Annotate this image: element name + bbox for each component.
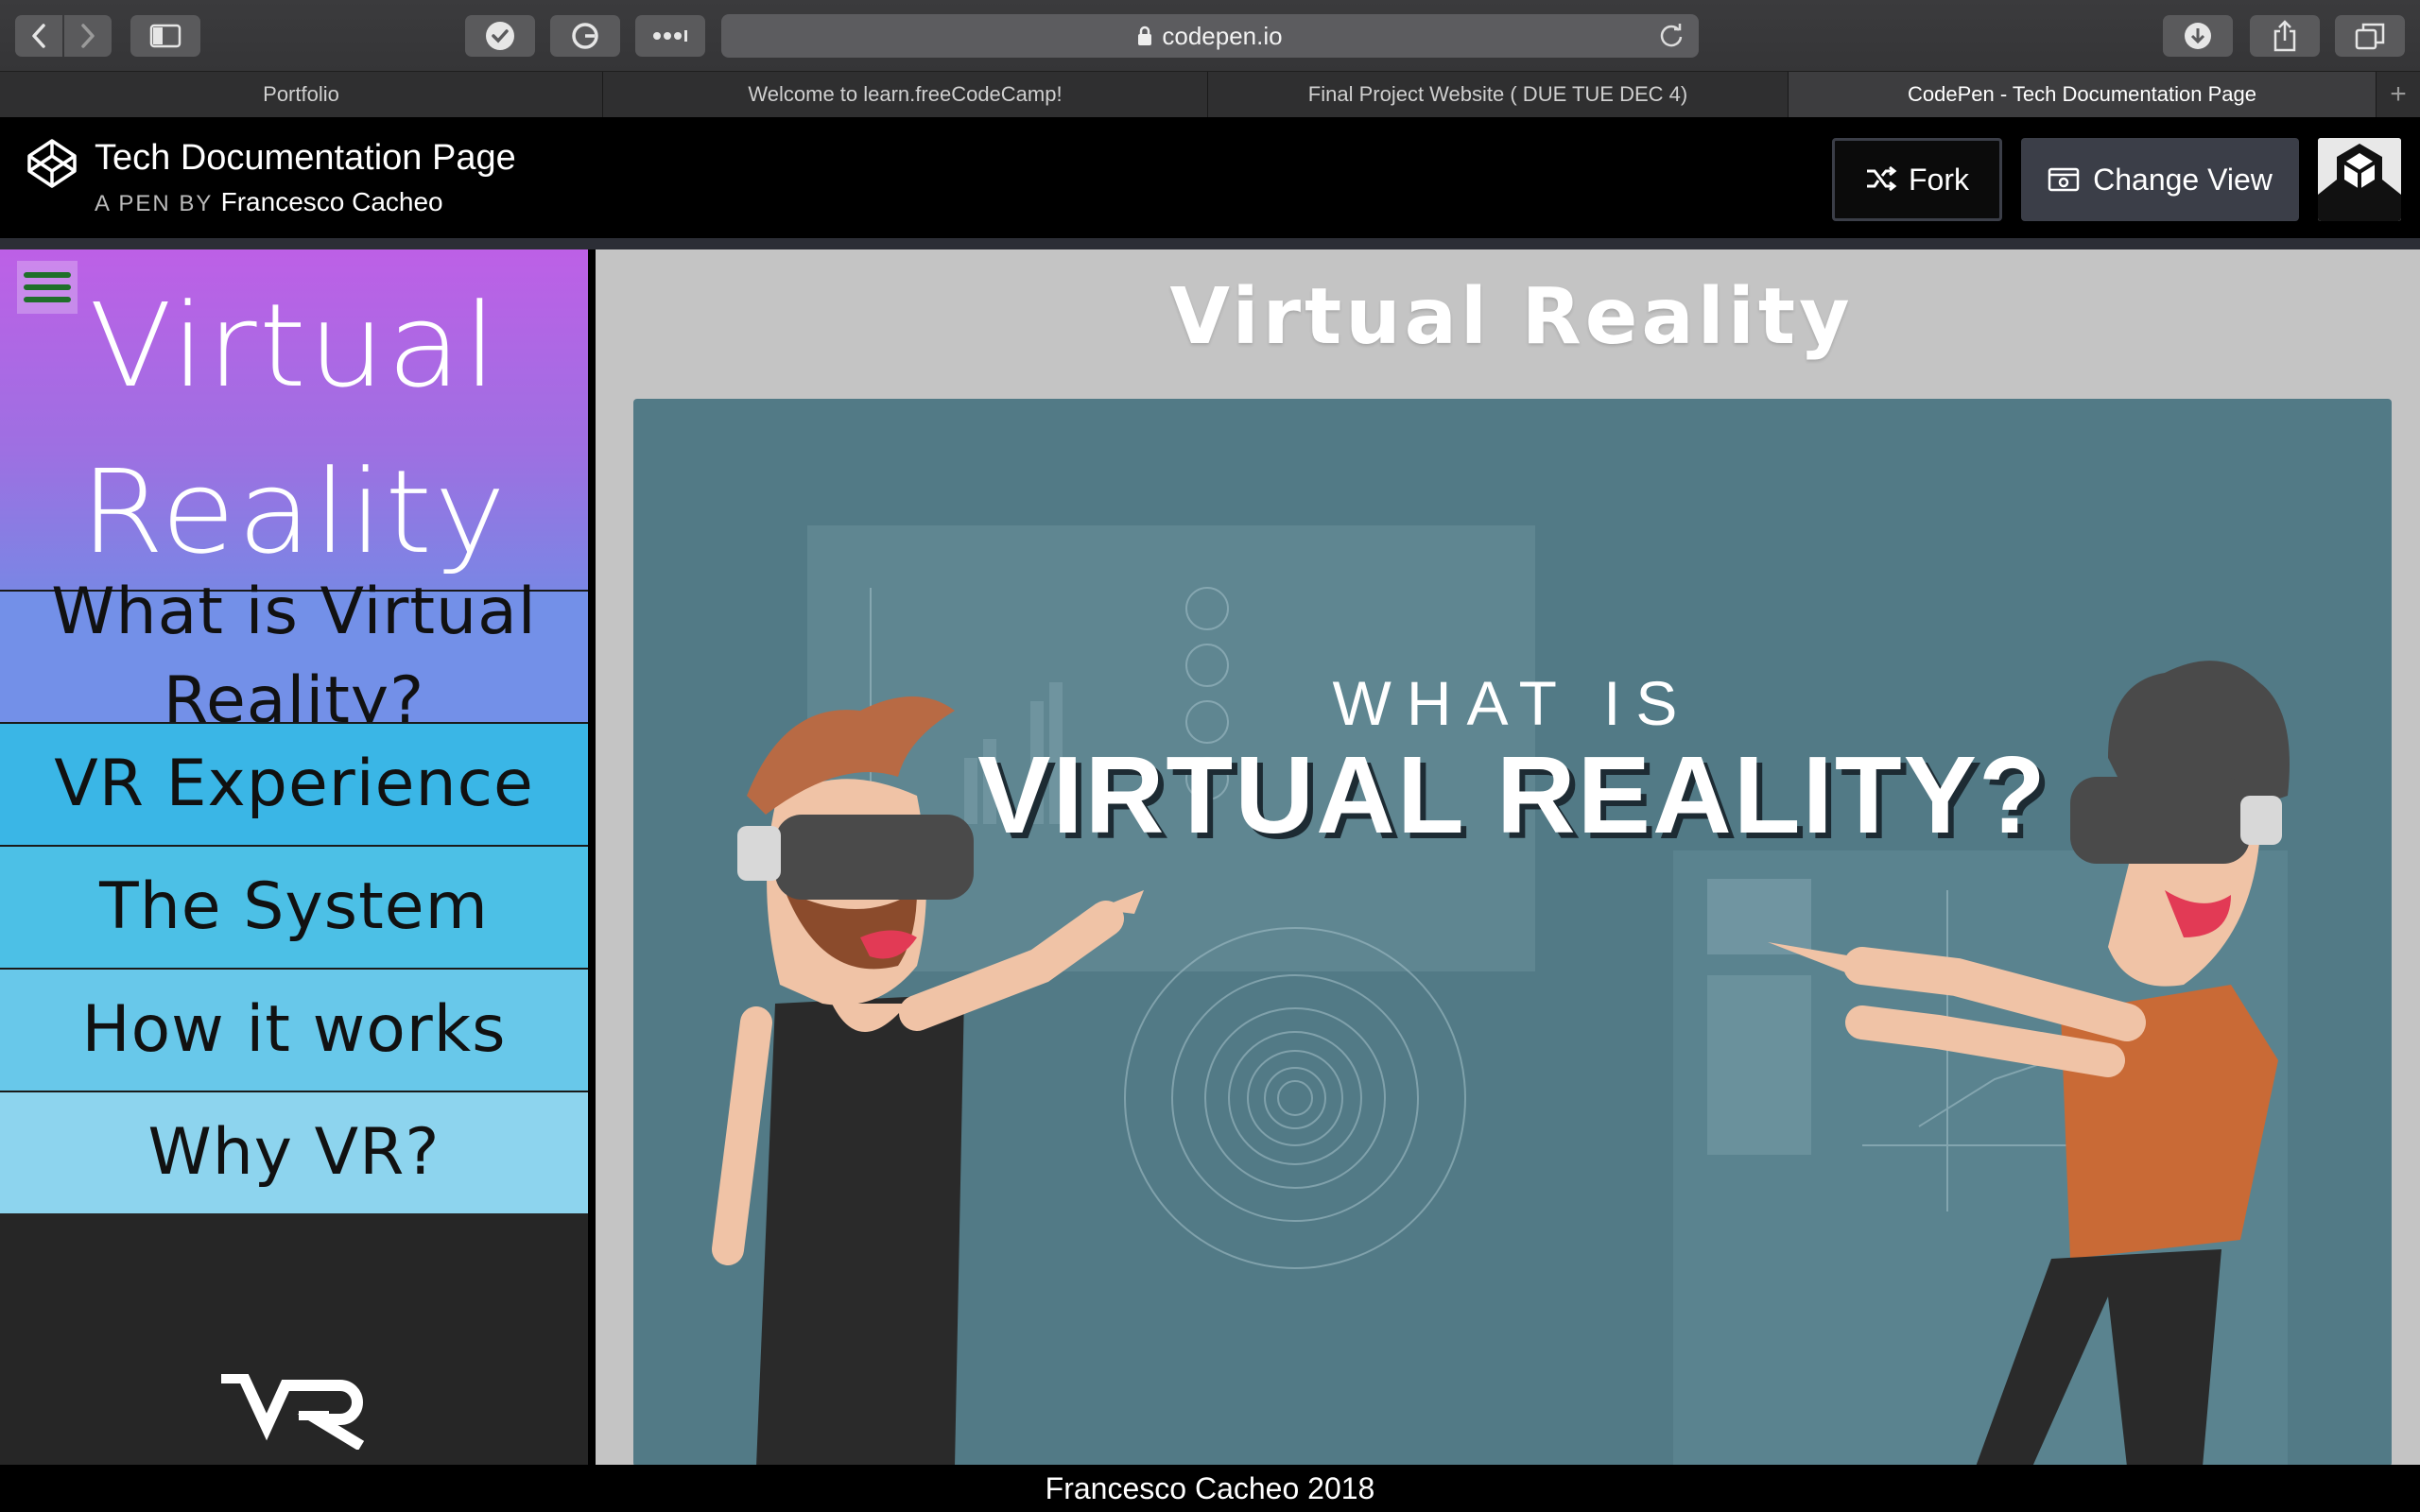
fork-label: Fork [1909,162,1969,197]
nav-link-label: The System [99,869,489,944]
tab-portfolio[interactable]: Portfolio [0,72,603,117]
tab-freecodecamp[interactable]: Welcome to learn.freeCodeCamp! [603,72,1208,117]
checkmark-circle-icon [486,22,514,50]
change-view-label: Change View [2093,162,2273,197]
reload-icon[interactable] [1657,22,1685,50]
back-button[interactable] [15,15,62,57]
extension-check-button[interactable] [465,15,535,57]
share-icon [2273,20,2296,52]
download-icon [2185,23,2211,49]
tab-overview-button[interactable] [2335,15,2405,57]
address-text: codepen.io [1162,21,1283,50]
main-title: Virtual Reality [1169,272,1854,362]
ellipsis-icon [653,30,687,42]
codepen-header: Tech Documentation Page A PEN BY Frances… [0,117,2420,238]
nav-link-the-system[interactable]: The System [0,845,588,968]
grammarly-icon [572,23,598,49]
change-view-button[interactable]: Change View [2021,138,2299,221]
extension-more-button[interactable] [635,15,705,57]
navbar-header: Virtual Reality [0,249,588,590]
nav-link-label: VR Experience [54,747,534,821]
tab-label: CodePen - Tech Documentation Page [1908,82,2256,106]
nav-link-what-is-vr[interactable]: What is Virtual Reality? [0,575,588,738]
share-button[interactable] [2250,15,2320,57]
lock-icon [1138,26,1152,45]
tab-codepen[interactable]: CodePen - Tech Documentation Page [1789,72,2377,117]
nav-link-label: What is Virtual Reality? [51,575,537,738]
hamburger-menu-icon[interactable] [17,261,78,314]
nav-link-vr-experience[interactable]: VR Experience [0,722,588,845]
codepen-logo-icon[interactable] [26,138,78,189]
tab-label: Final Project Website ( DUE TUE DEC 4) [1307,82,1688,106]
avatar-image [2318,138,2401,221]
nav-link-label: How it works [81,992,507,1067]
hero-heading-line1: WHAT IS [1332,668,1693,738]
byline-prefix: A PEN BY [95,191,213,216]
pen-footer: Francesco Cacheo 2018 [0,1465,2420,1512]
tab-final-project[interactable]: Final Project Website ( DUE TUE DEC 4) [1208,72,1789,117]
pen-author-link[interactable]: Francesco Cacheo [221,187,443,216]
hero-image: WHAT IS VIRTUAL REALITY? [633,399,2392,1465]
nav-link-how-it-works[interactable]: How it works [0,968,588,1091]
fork-icon [1867,165,1897,192]
main-doc: Virtual Reality WHAT IS VIRTUAL REALITY? [603,249,2420,1465]
nav-link-label: Why VR? [147,1115,441,1190]
sidebar-icon [149,24,182,48]
nav-link-why-vr[interactable]: Why VR? [0,1091,588,1213]
pen-byline: A PEN BY Francesco Cacheo [95,187,443,217]
forward-button[interactable] [64,15,112,57]
tabs-icon [2355,23,2385,50]
chevron-left-icon [32,24,45,48]
vr-logo-icon [221,1374,365,1450]
downloads-button[interactable] [2163,15,2233,57]
header-divider [0,238,2420,249]
hero-heading-line2: VIRTUAL REALITY? [977,733,2048,856]
layout-view-icon [2048,167,2080,192]
user-avatar[interactable] [2318,138,2401,221]
pen-title: Tech Documentation Page [95,138,516,178]
tab-label: Portfolio [263,82,339,106]
tab-label: Welcome to learn.freeCodeCamp! [748,82,1063,106]
fork-button[interactable]: Fork [1832,138,2002,221]
new-tab-button[interactable]: + [2377,72,2420,117]
browser-toolbar: codepen.io [0,0,2420,72]
vr-illustration [712,525,2290,1465]
tab-bar: Portfolio Welcome to learn.freeCodeCamp!… [0,72,2420,117]
extension-grammarly-button[interactable] [550,15,620,57]
sidebar-toggle-button[interactable] [130,15,200,57]
address-bar[interactable]: codepen.io [721,14,1699,58]
pen-result-frame: Virtual Reality What is Virtual Reality?… [0,249,2420,1465]
navbar-title: Virtual Reality [79,279,509,579]
chevron-right-icon [81,24,95,48]
navbar: Virtual Reality What is Virtual Reality?… [0,249,596,1465]
